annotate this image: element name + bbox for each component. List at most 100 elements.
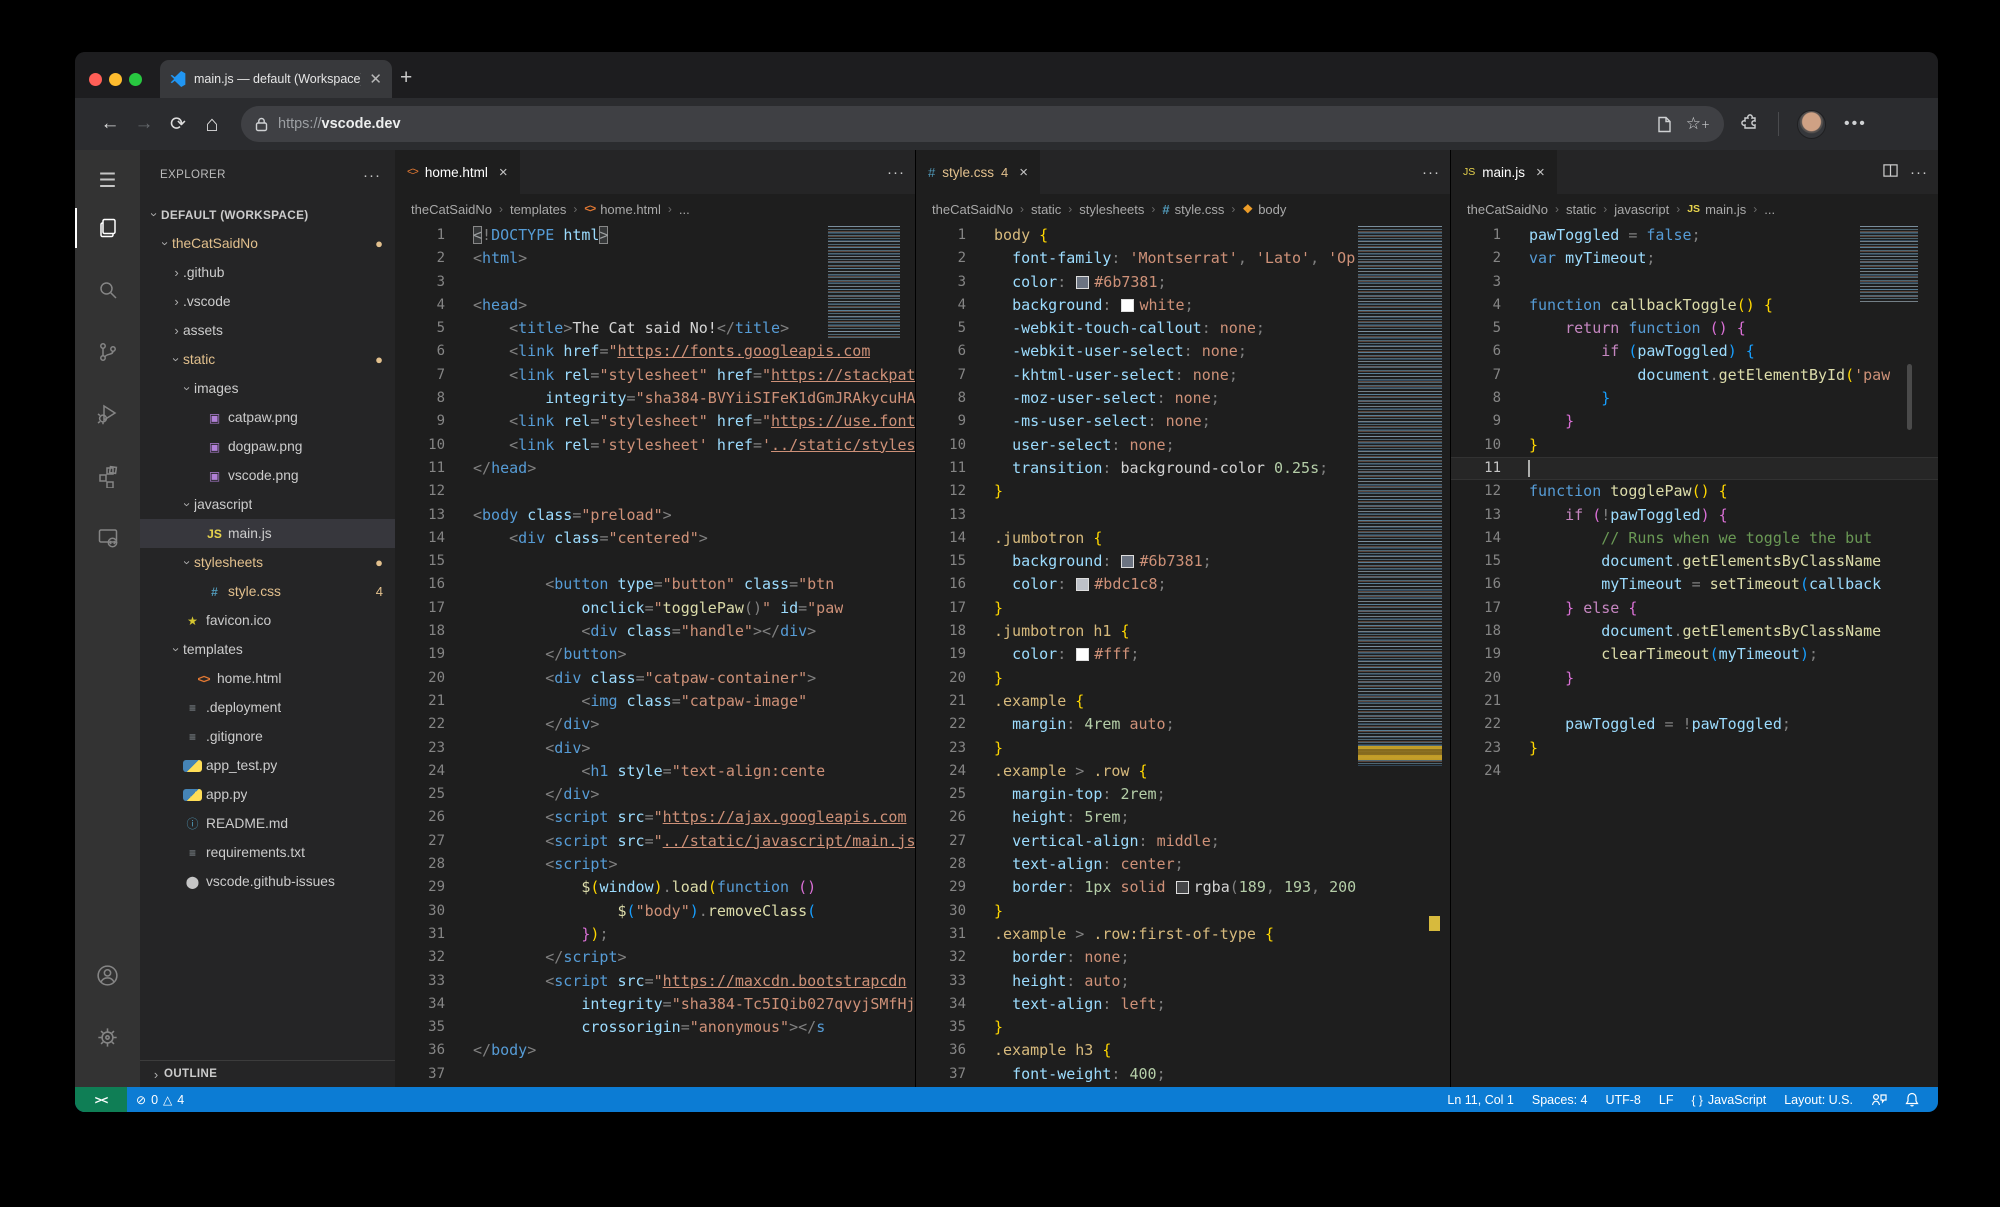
- zoom-window-button[interactable]: [129, 73, 142, 86]
- file-tree-item[interactable]: › stylesheets ●: [140, 548, 395, 577]
- more-actions-icon[interactable]: ···: [887, 164, 905, 181]
- breadcrumb[interactable]: theCatSaidNo › static › stylesheets › # style.c…: [916, 194, 1450, 224]
- breadcrumb-item[interactable]: home.html: [600, 202, 661, 217]
- add-favorite-icon[interactable]: ☆ ＋: [1686, 114, 1710, 134]
- status-item-spaces-4[interactable]: Spaces: 4: [1523, 1093, 1597, 1107]
- feedback-icon[interactable]: [1862, 1093, 1896, 1107]
- file-tree-item[interactable]: ▣ dogpaw.png: [140, 432, 395, 461]
- editor-tab-main.js[interactable]: JS main.js ×: [1451, 150, 1558, 194]
- file-tree-item[interactable]: <> home.html: [140, 664, 395, 693]
- url-text[interactable]: https://vscode.dev: [278, 116, 1643, 132]
- browser-tab[interactable]: main.js — default (Workspace) ✕: [160, 60, 392, 98]
- breadcrumb-item[interactable]: theCatSaidNo: [932, 202, 1013, 217]
- settings-gear-icon[interactable]: [75, 1013, 140, 1061]
- refresh-icon[interactable]: ⟳: [161, 113, 195, 136]
- file-tree-item[interactable]: › theCatSaidNo ●: [140, 229, 395, 258]
- file-tree-item[interactable]: ▣ catpaw.png: [140, 403, 395, 432]
- breadcrumb-item[interactable]: theCatSaidNo: [1467, 202, 1548, 217]
- minimize-window-button[interactable]: [109, 73, 122, 86]
- close-window-button[interactable]: [89, 73, 102, 86]
- file-tree-item[interactable]: ≡ .deployment: [140, 693, 395, 722]
- file-tree-item[interactable]: › static ●: [140, 345, 395, 374]
- minimap[interactable]: [828, 226, 900, 338]
- file-tree-item[interactable]: # style.css 4: [140, 577, 395, 606]
- menu-icon[interactable]: ☰: [75, 156, 140, 204]
- code-editor-home.html[interactable]: 1 <!DOCTYPE html> 2 <html> 3 4 <head> 5 <title>…: [395, 224, 915, 1087]
- explorer-icon[interactable]: [75, 204, 140, 252]
- source-control-icon[interactable]: [75, 328, 140, 376]
- file-tree-item[interactable]: JS main.js: [140, 519, 395, 548]
- search-icon[interactable]: [75, 266, 140, 314]
- scrollbar-thumb[interactable]: [1907, 364, 1912, 430]
- remote-explorer-icon[interactable]: [75, 514, 140, 562]
- status-item-layout-u-s-[interactable]: Layout: U.S.: [1775, 1093, 1862, 1107]
- reading-mode-icon[interactable]: [1657, 116, 1672, 133]
- browser-menu-icon[interactable]: •••: [1844, 115, 1867, 133]
- file-tree-item[interactable]: ⓘ README.md: [140, 809, 395, 838]
- breadcrumb-item[interactable]: javascript: [1614, 202, 1669, 217]
- breadcrumb[interactable]: theCatSaidNo › static › javascript › JS main.js…: [1451, 194, 1938, 224]
- tab-close-icon[interactable]: ✕: [369, 70, 382, 88]
- file-tree-item[interactable]: › DEFAULT (WORKSPACE): [140, 200, 395, 229]
- notifications-bell-icon[interactable]: [1896, 1092, 1928, 1107]
- file-tree-item[interactable]: › .github: [140, 258, 395, 287]
- breadcrumb-item[interactable]: style.css: [1175, 202, 1225, 217]
- breadcrumb-item[interactable]: main.js: [1705, 202, 1746, 217]
- file-tree-item[interactable]: app.py: [140, 780, 395, 809]
- problems-indicator[interactable]: ⊘ 0 △ 4: [127, 1087, 193, 1112]
- file-tree-item[interactable]: ★ favicon.ico: [140, 606, 395, 635]
- editor-tab-home.html[interactable]: <> home.html ×: [395, 150, 521, 194]
- file-tree-item[interactable]: › images: [140, 374, 395, 403]
- extensions-icon[interactable]: [75, 452, 140, 500]
- tab-close-icon[interactable]: ×: [499, 164, 508, 181]
- breadcrumb-item[interactable]: body: [1258, 202, 1286, 217]
- file-tree-item[interactable]: › javascript: [140, 490, 395, 519]
- breadcrumb[interactable]: theCatSaidNo › templates › <> home.html ›...: [395, 194, 915, 224]
- file-tree-item[interactable]: app_test.py: [140, 751, 395, 780]
- file-tree-item[interactable]: › assets: [140, 316, 395, 345]
- new-tab-button[interactable]: +: [400, 64, 412, 92]
- sidebar-more-actions-icon[interactable]: ···: [363, 167, 381, 184]
- home-icon[interactable]: ⌂: [195, 111, 229, 137]
- profile-avatar[interactable]: [1797, 109, 1826, 139]
- statusbar-right: Ln 11, Col 1 Spaces: 4 UTF-8 LF { } JavaScrip…: [1438, 1092, 1928, 1107]
- file-tree-item[interactable]: ▣ vscode.png: [140, 461, 395, 490]
- remote-indicator[interactable]: ><: [75, 1087, 127, 1112]
- run-debug-icon[interactable]: [75, 390, 140, 438]
- breadcrumb-item[interactable]: theCatSaidNo: [411, 202, 492, 217]
- status-item-utf-8[interactable]: UTF-8: [1596, 1093, 1649, 1107]
- more-actions-icon[interactable]: ···: [1422, 164, 1440, 181]
- status-item-ln-11-col-1[interactable]: Ln 11, Col 1: [1438, 1093, 1522, 1107]
- code-editor-main.js[interactable]: 1 pawToggled = false; 2 var myTimeout; 3 4 fun…: [1451, 224, 1938, 1087]
- split-editor-icon[interactable]: [1883, 163, 1898, 182]
- file-tree-item[interactable]: › templates: [140, 635, 395, 664]
- back-icon[interactable]: ←: [93, 113, 127, 135]
- address-bar[interactable]: https://vscode.dev ☆ ＋: [241, 106, 1724, 142]
- minimap[interactable]: [1358, 226, 1442, 766]
- forward-icon[interactable]: →: [127, 113, 161, 135]
- file-tree-item[interactable]: ≡ .gitignore: [140, 722, 395, 751]
- status-item-lf[interactable]: LF: [1650, 1093, 1683, 1107]
- breadcrumb-item[interactable]: ...: [1764, 202, 1775, 217]
- code-editor-style.css[interactable]: 1 body {2 font-family: 'Montserrat', 'Lat…: [916, 224, 1450, 1087]
- more-actions-icon[interactable]: ···: [1910, 164, 1928, 181]
- tab-close-icon[interactable]: ×: [1536, 164, 1545, 181]
- breadcrumb-item[interactable]: static: [1031, 202, 1061, 217]
- breadcrumb-item[interactable]: templates: [510, 202, 566, 217]
- breadcrumb-separator-icon: ›: [1676, 202, 1681, 216]
- extensions-puzzle-icon[interactable]: [1740, 112, 1760, 137]
- file-tree-item[interactable]: ≡ requirements.txt: [140, 838, 395, 867]
- status-item-javascript[interactable]: { } JavaScript: [1682, 1093, 1775, 1107]
- editor-tab-style.css[interactable]: # style.css 4 ×: [916, 150, 1041, 194]
- breadcrumb-item[interactable]: stylesheets: [1079, 202, 1144, 217]
- breadcrumb-item[interactable]: ...: [679, 202, 690, 217]
- outline-section[interactable]: › OUTLINE: [140, 1060, 395, 1087]
- breadcrumb-item[interactable]: static: [1566, 202, 1596, 217]
- file-tree-item[interactable]: › .vscode: [140, 287, 395, 316]
- minimap[interactable]: [1860, 226, 1918, 302]
- account-icon[interactable]: [75, 951, 140, 999]
- tab-close-icon[interactable]: ×: [1019, 164, 1028, 181]
- file-tree-item[interactable]: ⬤ vscode.github-issues: [140, 867, 395, 896]
